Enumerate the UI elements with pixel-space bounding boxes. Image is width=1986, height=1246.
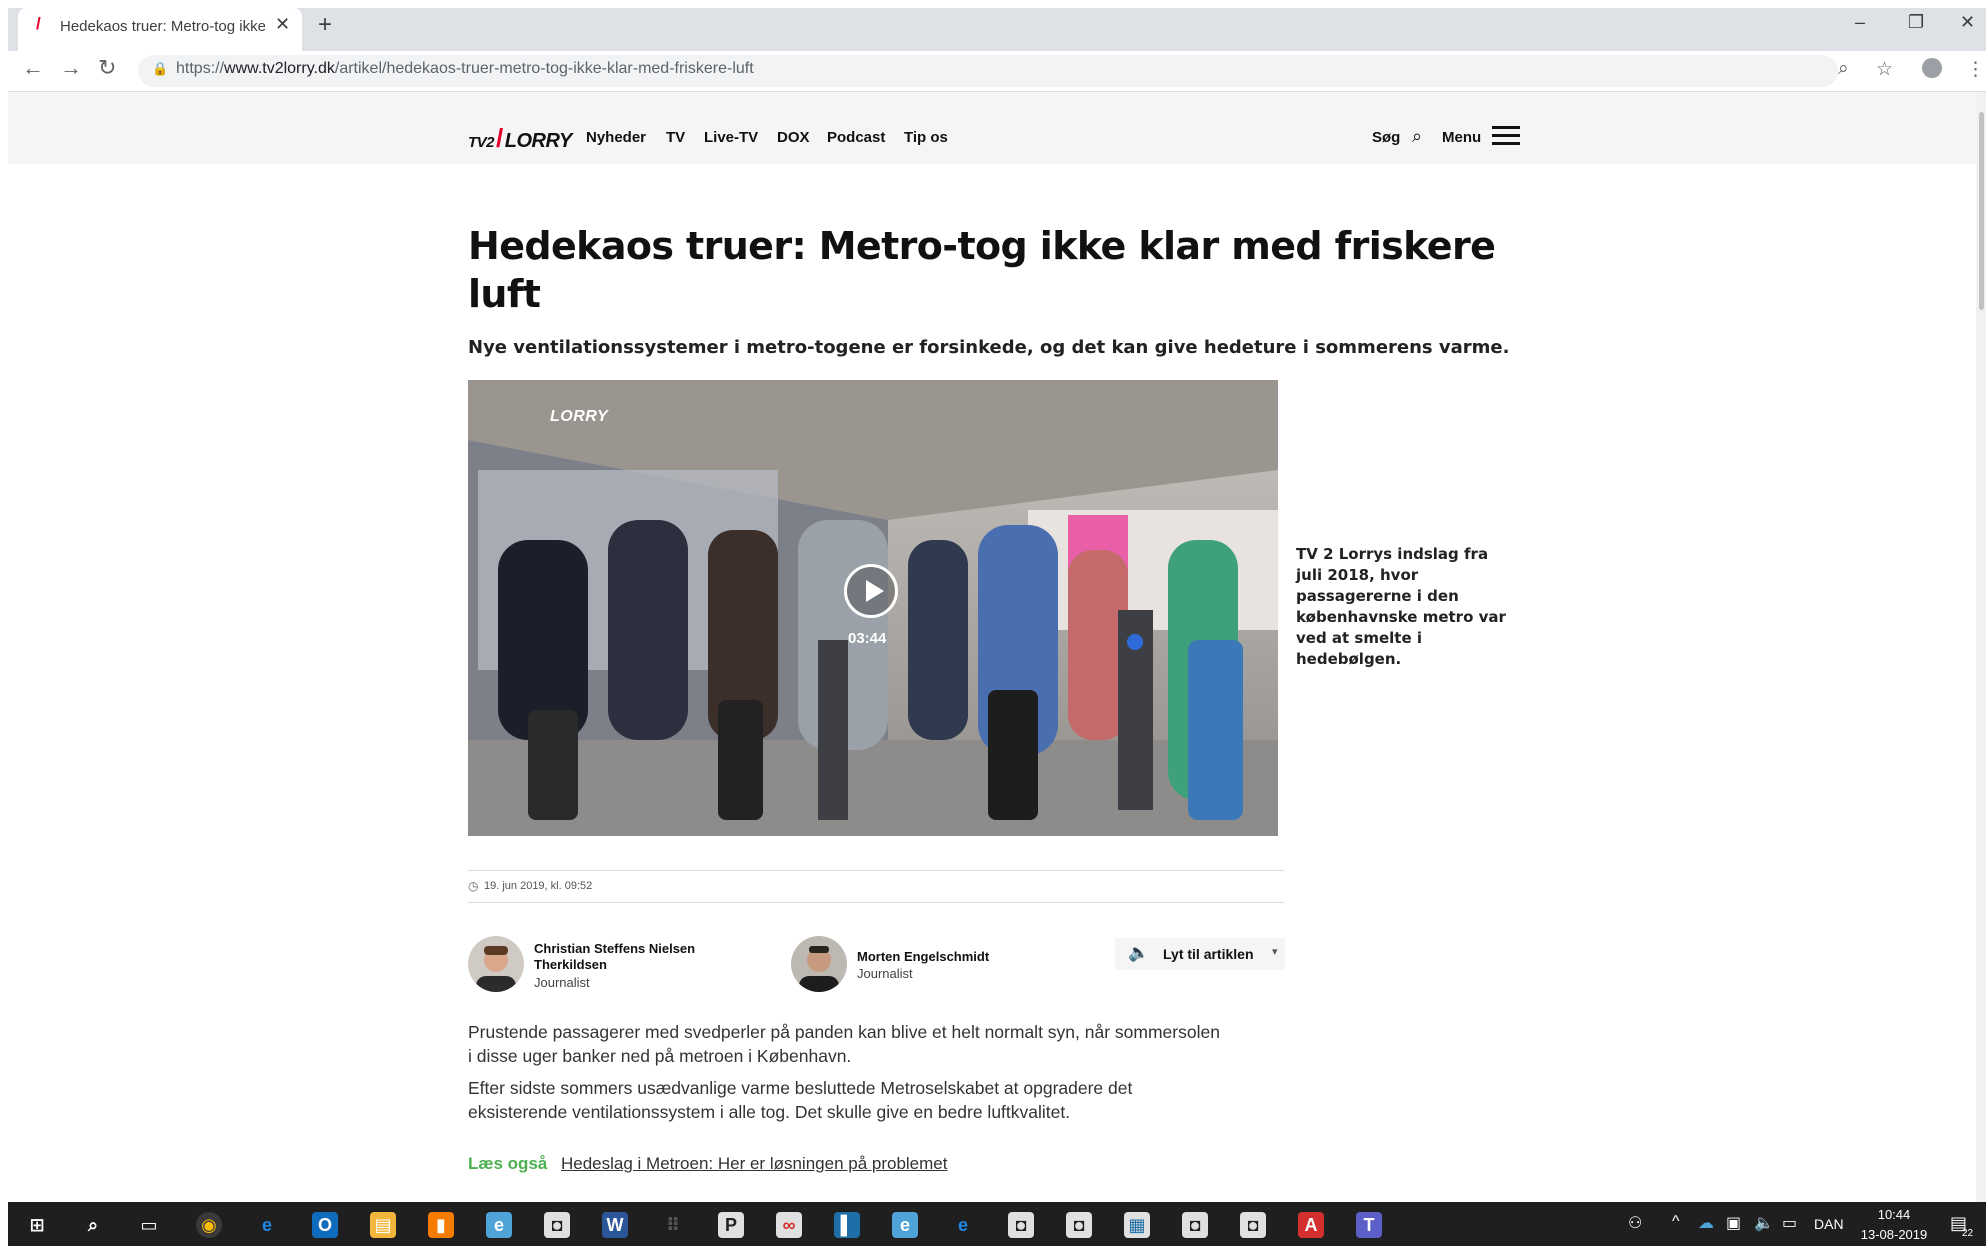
battery-icon[interactable]: ▭ xyxy=(1782,1213,1797,1233)
forward-arrow-icon[interactable]: → xyxy=(60,55,82,81)
video-duration: 03:44 xyxy=(848,630,887,647)
nav-nyheder[interactable]: Nyheder xyxy=(586,129,646,146)
app-icon[interactable]: P xyxy=(718,1212,744,1238)
chevron-up-icon[interactable]: ^ xyxy=(1672,1213,1680,1231)
tv2-favicon-icon: / xyxy=(36,14,41,33)
zoom-icon[interactable]: ⌕ xyxy=(1838,58,1849,80)
acrobat-icon[interactable]: A xyxy=(1298,1212,1324,1238)
new-tab-button[interactable]: + xyxy=(318,11,332,39)
app-icon[interactable]: ◘ xyxy=(544,1212,570,1238)
video-caption: TV 2 Lorrys indslag fra juli 2018, hvor … xyxy=(1296,545,1506,668)
network-icon[interactable]: ▣ xyxy=(1726,1213,1741,1233)
search-button[interactable]: Søg xyxy=(1372,129,1400,146)
author-name[interactable]: Christian Steffens Nielsen Therkildsen xyxy=(534,941,744,973)
author-name[interactable]: Morten Engelschmidt xyxy=(857,949,989,965)
close-window-button[interactable]: ✕ xyxy=(1960,12,1975,33)
internet-explorer-icon[interactable]: e xyxy=(950,1212,976,1238)
edge-icon[interactable]: e xyxy=(254,1212,280,1238)
search-icon[interactable]: ⌕ xyxy=(1412,126,1422,147)
author-avatar[interactable] xyxy=(791,936,847,992)
outlook-icon[interactable]: O xyxy=(312,1212,338,1238)
word-icon[interactable]: W xyxy=(602,1212,628,1238)
nav-live-tv[interactable]: Live-TV xyxy=(704,129,758,146)
url-text[interactable]: https://www.tv2lorry.dk/artikel/hedekaos… xyxy=(176,60,754,78)
lorry-watermark-logo: LORRY xyxy=(550,408,609,425)
author-avatar[interactable] xyxy=(468,936,524,992)
people-icon[interactable]: ⚇ xyxy=(1628,1213,1642,1233)
nav-tv[interactable]: TV xyxy=(666,129,685,146)
nav-tip-os[interactable]: Tip os xyxy=(904,129,948,146)
read-also-label: Læs også xyxy=(468,1154,548,1173)
minimize-button[interactable]: – xyxy=(1855,12,1865,33)
app-icon[interactable]: ◘ xyxy=(1008,1212,1034,1238)
tab-strip xyxy=(8,8,1986,51)
author-role: Journalist xyxy=(857,966,913,981)
nav-podcast[interactable]: Podcast xyxy=(827,129,885,146)
tv2-lorry-logo[interactable]: TV2/LORRY xyxy=(468,123,572,154)
divider xyxy=(468,902,1284,903)
app-icon[interactable]: ◘ xyxy=(1182,1212,1208,1238)
internet-explorer-icon[interactable]: e xyxy=(892,1212,918,1238)
chrome-icon[interactable]: ◉ xyxy=(196,1212,222,1238)
search-icon[interactable]: ⌕ xyxy=(80,1212,106,1238)
scrollbar-thumb[interactable] xyxy=(1979,112,1984,310)
windows-taskbar xyxy=(8,1202,1986,1246)
app-icon[interactable]: ◘ xyxy=(1240,1212,1266,1238)
app-icon[interactable]: ▦ xyxy=(1124,1212,1150,1238)
profile-avatar-icon[interactable] xyxy=(1922,58,1942,78)
star-bookmark-icon[interactable]: ☆ xyxy=(1876,58,1893,81)
read-also-link[interactable]: Hedeslag i Metroen: Her er løsningen på … xyxy=(561,1154,947,1174)
author-role: Journalist xyxy=(534,975,590,990)
tab-close-icon[interactable]: ✕ xyxy=(275,14,290,35)
input-language[interactable]: DAN xyxy=(1814,1216,1844,1232)
clock-time[interactable]: 10:44 xyxy=(1848,1207,1940,1222)
article-lead: Nye ventilationssystemer i metro-togene … xyxy=(468,337,1510,358)
teams-icon[interactable]: T xyxy=(1356,1212,1382,1238)
chevron-down-icon[interactable]: ▾ xyxy=(1272,945,1278,958)
restore-button[interactable]: ❐ xyxy=(1908,12,1924,33)
task-view-icon[interactable]: ▭ xyxy=(136,1212,162,1238)
play-button[interactable] xyxy=(844,564,898,618)
article-headline: Hedekaos truer: Metro-tog ikke klar med … xyxy=(468,224,1496,316)
back-arrow-icon[interactable]: ← xyxy=(22,55,44,81)
tab-title[interactable]: Hedekaos truer: Metro-tog ikke k xyxy=(60,18,265,35)
lock-icon[interactable]: 🔒 xyxy=(152,61,168,77)
clock-icon: ◷ xyxy=(468,879,479,893)
nav-dox[interactable]: DOX xyxy=(777,129,810,146)
listen-label[interactable]: Lyt til artiklen xyxy=(1163,946,1254,962)
hamburger-menu-icon[interactable] xyxy=(1492,126,1520,146)
article-paragraph: Efter sidste sommers usædvanlige varme b… xyxy=(468,1078,1133,1122)
onedrive-cloud-icon[interactable]: ☁ xyxy=(1698,1213,1714,1233)
windows-start-icon[interactable]: ⊞ xyxy=(24,1212,50,1238)
speaker-icon[interactable]: 🔈 xyxy=(1128,943,1149,963)
volume-icon[interactable]: 🔈 xyxy=(1754,1213,1774,1233)
publish-date: 19. jun 2019, kl. 09:52 xyxy=(484,880,593,892)
app-icon[interactable]: ▮ xyxy=(428,1212,454,1238)
app-icon[interactable]: ◘ xyxy=(1066,1212,1092,1238)
more-menu-icon[interactable]: ⋮ xyxy=(1966,58,1985,81)
clock-date[interactable]: 13-08-2019 xyxy=(1848,1227,1940,1242)
site-header xyxy=(8,92,1976,164)
reload-icon[interactable]: ↻ xyxy=(98,55,116,81)
internet-explorer-icon[interactable]: e xyxy=(486,1212,512,1238)
app-icon[interactable]: ∞ xyxy=(776,1212,802,1238)
menu-button[interactable]: Menu xyxy=(1442,129,1481,146)
article-paragraph: Prustende passagerer med svedperler på p… xyxy=(468,1022,1220,1066)
app-icon[interactable]: ▌ xyxy=(834,1212,860,1238)
divider xyxy=(468,870,1284,871)
file-explorer-icon[interactable]: ▤ xyxy=(370,1212,396,1238)
notification-count: 22 xyxy=(1962,1228,1974,1239)
app-icon[interactable]: ⠿ xyxy=(660,1212,686,1238)
